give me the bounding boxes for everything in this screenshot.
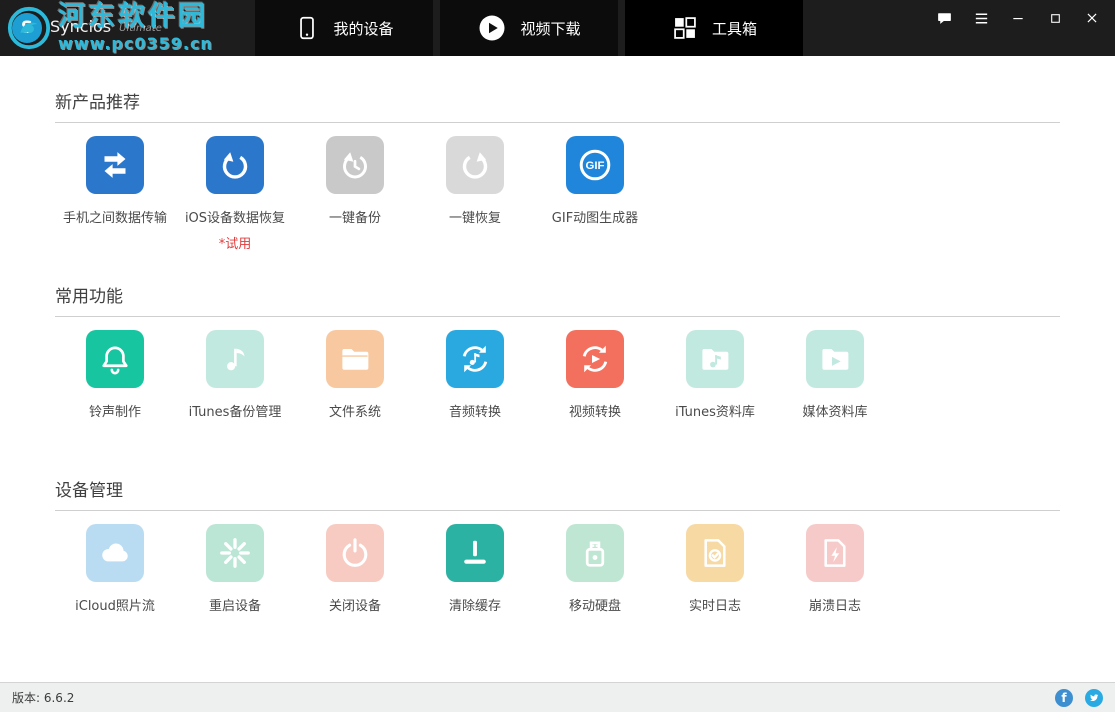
tool-video-convert[interactable]: 视频转换 bbox=[535, 330, 655, 449]
facebook-icon[interactable]: f bbox=[1055, 689, 1073, 707]
app-edition: Ultimate bbox=[119, 23, 162, 34]
tool-label: iOS设备数据恢复 bbox=[185, 207, 285, 226]
section-title: 设备管理 bbox=[55, 476, 1060, 501]
minimize-icon[interactable] bbox=[1007, 7, 1029, 29]
tool-label: 媒体资料库 bbox=[802, 401, 867, 420]
tool-label: 一键备份 bbox=[329, 207, 381, 226]
tools-row: 铃声制作 iTunes备份管理 文件系统 音频转换 视频转换 iTunes资料库 媒体资料库 bbox=[55, 330, 1060, 449]
version-label: 版本: 6.6.2 bbox=[12, 689, 74, 706]
transfer-icon bbox=[86, 136, 144, 194]
tab-label: 我的设备 bbox=[333, 18, 393, 39]
power-off-icon bbox=[326, 524, 384, 582]
tool-label: GIF动图生成器 bbox=[552, 207, 638, 226]
tool-label: 音频转换 bbox=[449, 401, 501, 420]
external-drive-icon bbox=[566, 524, 624, 582]
tool-label: iTunes资料库 bbox=[675, 401, 755, 420]
itunes-backup-icon bbox=[206, 330, 264, 388]
tool-one-key-backup[interactable]: 一键备份 bbox=[295, 136, 415, 255]
tool-crash-log[interactable]: 崩溃日志 bbox=[775, 524, 895, 643]
clear-cache-icon bbox=[446, 524, 504, 582]
main-tabs: 我的设备 视频下载 工具箱 bbox=[255, 0, 803, 56]
tool-itunes-library[interactable]: iTunes资料库 bbox=[655, 330, 775, 449]
menu-icon[interactable] bbox=[970, 7, 992, 29]
section-title: 新产品推荐 bbox=[55, 88, 1060, 113]
tool-label: 视频转换 bbox=[569, 401, 621, 420]
tool-label: 一键恢复 bbox=[449, 207, 501, 226]
section: 新产品推荐手机之间数据传输 iOS设备数据恢复 *试用 一键备份 一键恢复 GIF GIF动… bbox=[55, 88, 1060, 255]
tool-label: 实时日志 bbox=[689, 595, 741, 614]
tool-label: 铃声制作 bbox=[89, 401, 141, 420]
svg-text:GIF: GIF bbox=[586, 160, 605, 172]
tool-gif-maker[interactable]: GIF GIF动图生成器 bbox=[535, 136, 655, 255]
section: 设备管理 iCloud照片流 重启设备 关闭设备 清除缓存 移动硬盘 实时日志 崩溃日志 bbox=[55, 476, 1060, 643]
tab-video-download[interactable]: 视频下载 bbox=[440, 0, 618, 56]
tool-media-library[interactable]: 媒体资料库 bbox=[775, 330, 895, 449]
tab-toolbox[interactable]: 工具箱 bbox=[625, 0, 803, 56]
tool-label: 重启设备 bbox=[209, 595, 261, 614]
tool-ios-recovery[interactable]: iOS设备数据恢复 *试用 bbox=[175, 136, 295, 255]
close-icon[interactable] bbox=[1081, 7, 1103, 29]
ios-recovery-icon bbox=[206, 136, 264, 194]
icloud-photo-icon bbox=[86, 524, 144, 582]
section-divider bbox=[55, 316, 1060, 317]
tool-transfer[interactable]: 手机之间数据传输 bbox=[55, 136, 175, 255]
tool-ringtone[interactable]: 铃声制作 bbox=[55, 330, 175, 449]
tab-label: 工具箱 bbox=[712, 18, 757, 39]
tool-power-off[interactable]: 关闭设备 bbox=[295, 524, 415, 643]
app-name: Syncios bbox=[50, 17, 111, 36]
toolbox-content: 新产品推荐手机之间数据传输 iOS设备数据恢复 *试用 一键备份 一键恢复 GIF GIF动… bbox=[0, 88, 1115, 643]
tool-icloud-photo[interactable]: iCloud照片流 bbox=[55, 524, 175, 643]
window-controls bbox=[933, 7, 1103, 29]
video-convert-icon bbox=[566, 330, 624, 388]
tool-itunes-backup[interactable]: iTunes备份管理 bbox=[175, 330, 295, 449]
tool-file-system[interactable]: 文件系统 bbox=[295, 330, 415, 449]
message-icon[interactable] bbox=[933, 7, 955, 29]
app-brand: S Syncios Ultimate bbox=[12, 13, 162, 43]
tool-audio-convert[interactable]: 音频转换 bbox=[415, 330, 535, 449]
tool-clear-cache[interactable]: 清除缓存 bbox=[415, 524, 535, 643]
ringtone-icon bbox=[86, 330, 144, 388]
tool-label: 清除缓存 bbox=[449, 595, 501, 614]
app-logo-icon: S bbox=[12, 13, 42, 43]
tool-label: 文件系统 bbox=[329, 401, 381, 420]
section: 常用功能铃声制作 iTunes备份管理 文件系统 音频转换 视频转换 iTunes资料库 媒… bbox=[55, 282, 1060, 449]
restart-icon bbox=[206, 524, 264, 582]
file-system-icon bbox=[326, 330, 384, 388]
smartphone-icon bbox=[294, 13, 320, 43]
tool-label: 手机之间数据传输 bbox=[63, 207, 167, 226]
tools-row: 手机之间数据传输 iOS设备数据恢复 *试用 一键备份 一键恢复 GIF GIF动图生成器 bbox=[55, 136, 1060, 255]
crash-log-icon bbox=[806, 524, 864, 582]
tool-restart[interactable]: 重启设备 bbox=[175, 524, 295, 643]
one-key-backup-icon bbox=[326, 136, 384, 194]
section-title: 常用功能 bbox=[55, 282, 1060, 307]
media-library-icon bbox=[806, 330, 864, 388]
grid-icon bbox=[671, 14, 699, 42]
gif-maker-icon: GIF bbox=[566, 136, 624, 194]
tools-row: iCloud照片流 重启设备 关闭设备 清除缓存 移动硬盘 实时日志 崩溃日志 bbox=[55, 524, 1060, 643]
tool-realtime-log[interactable]: 实时日志 bbox=[655, 524, 775, 643]
one-key-restore-icon bbox=[446, 136, 504, 194]
tab-my-devices[interactable]: 我的设备 bbox=[255, 0, 433, 56]
twitter-icon[interactable] bbox=[1085, 689, 1103, 707]
tool-one-key-restore[interactable]: 一键恢复 bbox=[415, 136, 535, 255]
itunes-library-icon bbox=[686, 330, 744, 388]
titlebar: S Syncios Ultimate 我的设备 视频下载 工具箱 bbox=[0, 0, 1115, 56]
audio-convert-icon bbox=[446, 330, 504, 388]
maximize-icon[interactable] bbox=[1044, 7, 1066, 29]
section-divider bbox=[55, 122, 1060, 123]
tool-label: 关闭设备 bbox=[329, 595, 381, 614]
tool-external-drive[interactable]: 移动硬盘 bbox=[535, 524, 655, 643]
play-circle-icon bbox=[477, 13, 507, 43]
tool-note: *试用 bbox=[219, 233, 252, 255]
tool-label: iTunes备份管理 bbox=[189, 401, 282, 420]
statusbar: 版本: 6.6.2 f bbox=[0, 682, 1115, 712]
social-links: f bbox=[1055, 689, 1103, 707]
section-divider bbox=[55, 510, 1060, 511]
tool-label: 移动硬盘 bbox=[569, 595, 621, 614]
tool-label: iCloud照片流 bbox=[75, 595, 155, 614]
realtime-log-icon bbox=[686, 524, 744, 582]
tab-label: 视频下载 bbox=[520, 18, 580, 39]
tool-label: 崩溃日志 bbox=[809, 595, 861, 614]
